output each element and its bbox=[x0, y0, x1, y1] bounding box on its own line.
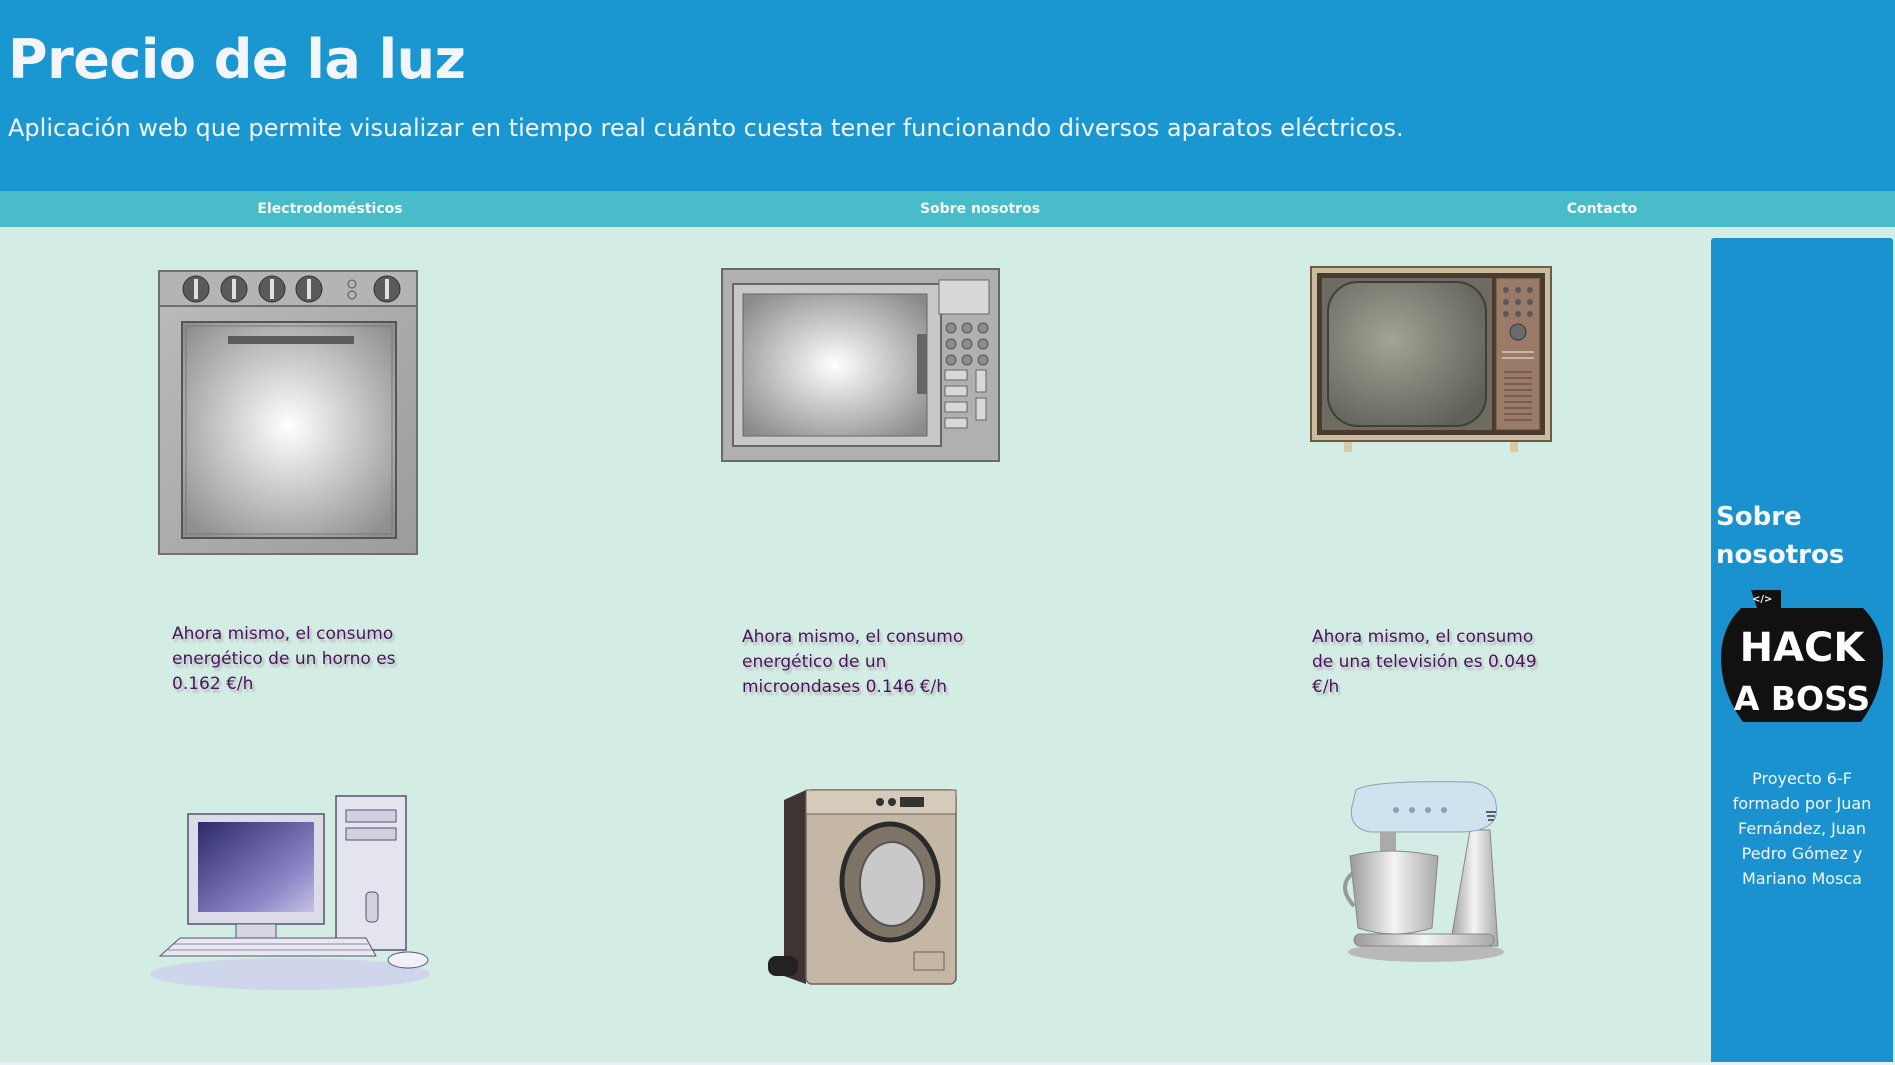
sidebar-title: Sobre nosotros bbox=[1716, 502, 1845, 570]
svg-text:HACK: HACK bbox=[1740, 625, 1867, 671]
oven-consumption-text: Ahora mismo, el consumo energético de un… bbox=[172, 624, 396, 694]
computer-icon bbox=[140, 792, 440, 992]
washing-machine-icon bbox=[766, 786, 958, 986]
main-nav: Electrodomésticos Sobre nosotros Contact… bbox=[0, 191, 1895, 227]
svg-text:</>: </> bbox=[1752, 594, 1772, 605]
television-consumption-text: Ahora mismo, el consumo de una televisió… bbox=[1312, 627, 1537, 697]
project-credits: Proyecto 6-F formado por Juan Fernández,… bbox=[1732, 769, 1872, 888]
stand-mixer-icon bbox=[1340, 776, 1516, 962]
oven-icon bbox=[158, 270, 420, 556]
television-icon bbox=[1310, 266, 1554, 454]
svg-text:A BOSS: A BOSS bbox=[1734, 679, 1870, 718]
about-sidebar: Sobre nosotros </> HACK A BOSS Proyecto … bbox=[1711, 238, 1893, 1065]
nav-item-electrodomesticos[interactable]: Electrodomésticos bbox=[257, 201, 402, 217]
page-title: Precio de la luz bbox=[8, 28, 466, 91]
hack-a-boss-logo: </> HACK A BOSS bbox=[1721, 588, 1883, 724]
nav-item-sobre-nosotros[interactable]: Sobre nosotros bbox=[920, 201, 1040, 217]
microwave-icon bbox=[721, 268, 1001, 464]
nav-item-contacto[interactable]: Contacto bbox=[1567, 201, 1638, 217]
page-subtitle: Aplicación web que permite visualizar en… bbox=[8, 114, 1404, 142]
page-header: Precio de la luz Aplicación web que perm… bbox=[0, 0, 1895, 191]
microwave-consumption-text: Ahora mismo, el consumo energético de un… bbox=[742, 627, 964, 697]
